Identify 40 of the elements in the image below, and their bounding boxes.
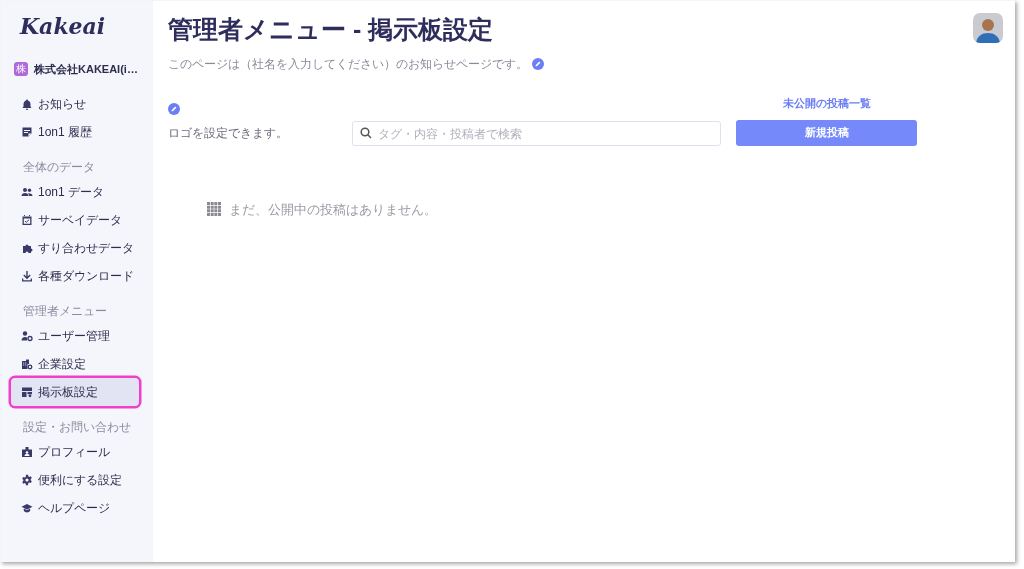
user-avatar[interactable] (973, 13, 1003, 43)
menu-icon (21, 329, 33, 342)
sidebar-item[interactable]: 各種ダウンロード (11, 261, 139, 290)
menu-icon (21, 501, 33, 514)
sidebar-item[interactable]: 1on1 履歴 (11, 117, 139, 146)
menu-icon (21, 357, 33, 370)
menu-icon (21, 269, 33, 282)
menu-icon (21, 445, 33, 458)
menu-icon (21, 97, 33, 110)
menu-icon (21, 385, 33, 398)
sidebar-item[interactable]: 掲示板設定 (11, 377, 139, 406)
sidebar-item[interactable]: 便利にする設定 (11, 465, 139, 494)
page-description: このページは（社名を入力してください）のお知らせページです。 (168, 56, 528, 73)
company-name[interactable]: 株式会社KAKEAI(i… (34, 61, 138, 78)
edit-icon[interactable] (168, 102, 180, 115)
sidebar-item[interactable]: 企業設定 (11, 349, 139, 378)
section-heading: 管理者メニュー (22, 302, 108, 320)
grid-icon (207, 202, 221, 217)
edit-icon[interactable] (532, 58, 544, 70)
menu-icon (21, 473, 33, 486)
sidebar-item[interactable]: ヘルプページ (11, 493, 139, 522)
sidebar-item[interactable]: お知らせ (11, 89, 139, 118)
sidebar-item[interactable]: すり合わせデータ (11, 233, 139, 262)
logo: Kakeai (18, 15, 107, 37)
menu-icon (21, 125, 33, 138)
section-heading: 全体のデータ (22, 158, 96, 176)
sidebar-item[interactable]: プロフィール (11, 437, 139, 466)
menu-icon (21, 185, 33, 198)
sidebar-item[interactable]: サーベイデータ (11, 205, 139, 234)
page-title: 管理者メニュー - 掲示板設定 (168, 14, 494, 45)
search-field[interactable]: タグ・内容・投稿者で検索 (352, 121, 721, 146)
logo-hint: ロゴを設定できます。 (168, 124, 289, 142)
search-icon (360, 126, 372, 139)
sidebar-item[interactable]: ユーザー管理 (11, 321, 139, 350)
company-badge: 株 (14, 62, 28, 77)
empty-message: まだ、公開中の投稿はありません。 (229, 200, 437, 219)
sidebar-item[interactable]: 1on1 データ (11, 177, 139, 206)
drafts-link[interactable]: 未公開の投稿一覧 (782, 95, 871, 112)
section-heading: 設定・お問い合わせ (22, 418, 132, 436)
menu-icon (21, 213, 33, 226)
